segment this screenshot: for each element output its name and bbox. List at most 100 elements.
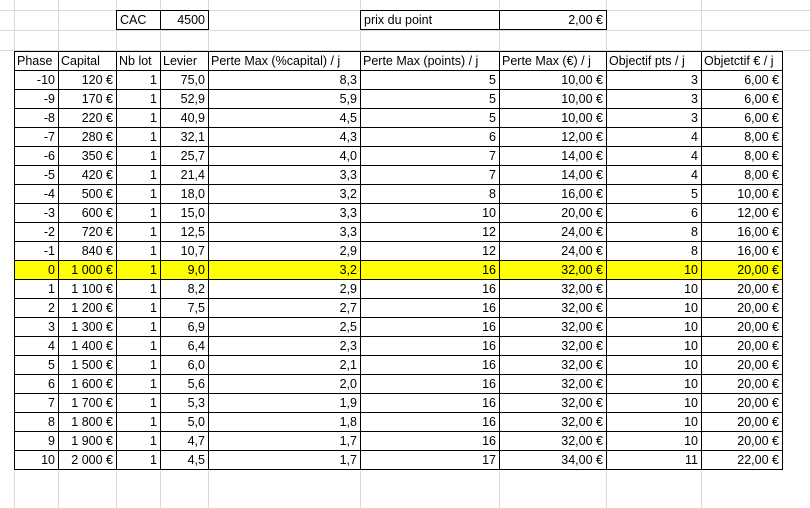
header-nb-lot[interactable]: Nb lot (116, 51, 161, 71)
cell-objectif-eur[interactable]: 16,00 € (701, 222, 783, 242)
cell-perte-max-points[interactable]: 8 (360, 184, 500, 204)
cell-phase[interactable]: 9 (14, 431, 59, 451)
cell-objectif-eur[interactable]: 20,00 € (701, 355, 783, 375)
cell-capital[interactable]: 420 € (58, 165, 117, 185)
cell-levier[interactable]: 7,5 (160, 298, 209, 318)
cell-capital[interactable]: 1 200 € (58, 298, 117, 318)
header-perte-max-pct[interactable]: Perte Max (%capital) / j (208, 51, 361, 71)
cell-nb-lot[interactable]: 1 (116, 184, 161, 204)
cell-phase[interactable]: 2 (14, 298, 59, 318)
cell-nb-lot[interactable]: 1 (116, 336, 161, 356)
cell-perte-max-points[interactable]: 16 (360, 355, 500, 375)
cell-levier[interactable]: 9,0 (160, 260, 209, 280)
cell-perte-max-pct[interactable]: 2,7 (208, 298, 361, 318)
cell-capital[interactable]: 500 € (58, 184, 117, 204)
cell-phase[interactable]: -6 (14, 146, 59, 166)
cell-phase[interactable]: 5 (14, 355, 59, 375)
cell-perte-max-pct[interactable]: 4,5 (208, 108, 361, 128)
cell-capital[interactable]: 1 400 € (58, 336, 117, 356)
cell-objectif-eur[interactable]: 6,00 € (701, 89, 783, 109)
cell-levier[interactable]: 12,5 (160, 222, 209, 242)
cell-phase[interactable]: 10 (14, 450, 59, 470)
cell-capital[interactable]: 220 € (58, 108, 117, 128)
cell-capital[interactable]: 1 900 € (58, 431, 117, 451)
cell-perte-max-pct[interactable]: 1,7 (208, 450, 361, 470)
cell-perte-max-points[interactable]: 16 (360, 279, 500, 299)
cell-objectif-pts[interactable]: 6 (606, 203, 702, 223)
cell-objectif-pts[interactable]: 4 (606, 127, 702, 147)
cell-phase[interactable]: 8 (14, 412, 59, 432)
cell-perte-max-eur[interactable]: 12,00 € (499, 127, 607, 147)
cell-perte-max-pct[interactable]: 4,3 (208, 127, 361, 147)
cell-objectif-pts[interactable]: 3 (606, 89, 702, 109)
cell-perte-max-pct[interactable]: 2,1 (208, 355, 361, 375)
cell-perte-max-pct[interactable]: 1,9 (208, 393, 361, 413)
cell-perte-max-eur[interactable]: 32,00 € (499, 393, 607, 413)
cell-perte-max-pct[interactable]: 2,5 (208, 317, 361, 337)
cell-perte-max-pct[interactable]: 3,3 (208, 165, 361, 185)
cell-objectif-eur[interactable]: 8,00 € (701, 146, 783, 166)
cell-levier[interactable]: 52,9 (160, 89, 209, 109)
cell-levier[interactable]: 10,7 (160, 241, 209, 261)
point-price-value-cell[interactable]: 2,00 € (499, 10, 607, 30)
cell-objectif-pts[interactable]: 4 (606, 165, 702, 185)
cell-capital[interactable]: 1 800 € (58, 412, 117, 432)
cell-perte-max-eur[interactable]: 32,00 € (499, 279, 607, 299)
cell-perte-max-points[interactable]: 7 (360, 165, 500, 185)
cell-perte-max-eur[interactable]: 34,00 € (499, 450, 607, 470)
cell-perte-max-eur[interactable]: 14,00 € (499, 165, 607, 185)
cell-perte-max-pct[interactable]: 4,0 (208, 146, 361, 166)
cell-capital[interactable]: 600 € (58, 203, 117, 223)
cell-phase[interactable]: 4 (14, 336, 59, 356)
cell-nb-lot[interactable]: 1 (116, 450, 161, 470)
cell-levier[interactable]: 5,6 (160, 374, 209, 394)
cell-perte-max-points[interactable]: 5 (360, 89, 500, 109)
cell-levier[interactable]: 5,3 (160, 393, 209, 413)
cell-perte-max-points[interactable]: 16 (360, 260, 500, 280)
header-objectif-pts[interactable]: Objectif pts / j (606, 51, 702, 71)
cell-capital[interactable]: 1 000 € (58, 260, 117, 280)
cell-nb-lot[interactable]: 1 (116, 412, 161, 432)
cell-perte-max-points[interactable]: 5 (360, 70, 500, 90)
cell-perte-max-points[interactable]: 16 (360, 431, 500, 451)
cell-perte-max-eur[interactable]: 20,00 € (499, 203, 607, 223)
cell-levier[interactable]: 15,0 (160, 203, 209, 223)
cell-nb-lot[interactable]: 1 (116, 127, 161, 147)
cell-perte-max-eur[interactable]: 10,00 € (499, 108, 607, 128)
cell-levier[interactable]: 25,7 (160, 146, 209, 166)
cell-objectif-eur[interactable]: 20,00 € (701, 317, 783, 337)
cell-objectif-pts[interactable]: 10 (606, 298, 702, 318)
header-phase[interactable]: Phase (14, 51, 59, 71)
cell-perte-max-pct[interactable]: 2,0 (208, 374, 361, 394)
cell-phase[interactable]: -2 (14, 222, 59, 242)
cell-objectif-eur[interactable]: 20,00 € (701, 412, 783, 432)
cell-nb-lot[interactable]: 1 (116, 298, 161, 318)
cell-capital[interactable]: 720 € (58, 222, 117, 242)
cell-phase[interactable]: -3 (14, 203, 59, 223)
cell-nb-lot[interactable]: 1 (116, 165, 161, 185)
cell-phase[interactable]: -5 (14, 165, 59, 185)
cell-objectif-eur[interactable]: 22,00 € (701, 450, 783, 470)
cell-objectif-pts[interactable]: 10 (606, 393, 702, 413)
cell-nb-lot[interactable]: 1 (116, 393, 161, 413)
cell-nb-lot[interactable]: 1 (116, 203, 161, 223)
cell-phase[interactable]: -8 (14, 108, 59, 128)
cell-levier[interactable]: 6,4 (160, 336, 209, 356)
cell-perte-max-points[interactable]: 16 (360, 374, 500, 394)
cell-capital[interactable]: 120 € (58, 70, 117, 90)
cell-phase[interactable]: 6 (14, 374, 59, 394)
cell-phase[interactable]: -9 (14, 89, 59, 109)
cell-perte-max-points[interactable]: 10 (360, 203, 500, 223)
cell-objectif-pts[interactable]: 5 (606, 184, 702, 204)
cell-levier[interactable]: 21,4 (160, 165, 209, 185)
cell-phase[interactable]: -7 (14, 127, 59, 147)
cell-objectif-eur[interactable]: 16,00 € (701, 241, 783, 261)
cell-perte-max-eur[interactable]: 32,00 € (499, 431, 607, 451)
cell-phase[interactable]: 1 (14, 279, 59, 299)
cell-capital[interactable]: 350 € (58, 146, 117, 166)
cell-objectif-pts[interactable]: 10 (606, 317, 702, 337)
cell-nb-lot[interactable]: 1 (116, 431, 161, 451)
cell-perte-max-points[interactable]: 7 (360, 146, 500, 166)
cell-phase[interactable]: -1 (14, 241, 59, 261)
cell-perte-max-eur[interactable]: 10,00 € (499, 89, 607, 109)
